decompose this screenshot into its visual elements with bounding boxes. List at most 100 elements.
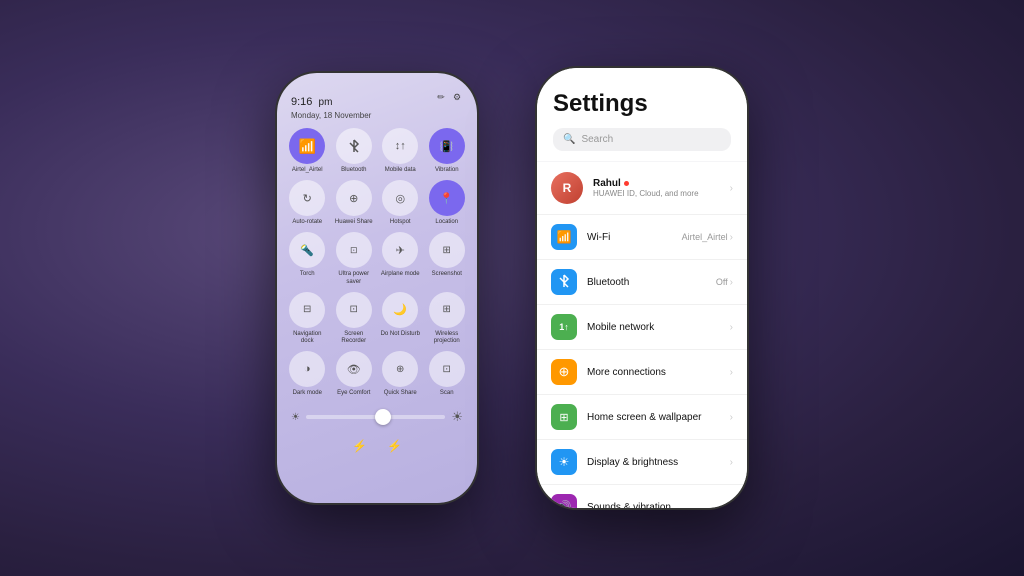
status-icons: ✏ ⚙ (435, 91, 463, 103)
toggle-screen-recorder[interactable]: ⊡ Screen Recorder (334, 292, 375, 345)
home-indicator: ⚡ (352, 439, 367, 453)
settings-item-bluetooth[interactable]: Bluetooth Off › (537, 260, 747, 305)
hotspot-button[interactable]: ◎ (382, 180, 418, 216)
more-connections-chevron-icon: › (730, 367, 733, 378)
toggle-eye-comfort[interactable]: 👁 Eye Comfort (334, 351, 375, 397)
home-screen-icon: ⊞ (559, 411, 568, 424)
eye-comfort-label: Eye Comfort (337, 390, 370, 397)
settings-item-wifi[interactable]: 📶 Wi-Fi Airtel_Airtel › (537, 215, 747, 260)
profile-subtitle: HUAWEI ID, Cloud, and more (593, 189, 720, 198)
eye-comfort-button[interactable]: 👁 (336, 351, 372, 387)
quick-share-button[interactable]: ⊕ (382, 351, 418, 387)
mobile-network-item-text: Mobile network (587, 322, 720, 333)
settings-icon: ⚙ (451, 91, 463, 103)
toggle-bluetooth[interactable]: Bluetooth (334, 128, 375, 174)
ultra-power-button[interactable]: ⊡ (336, 232, 372, 268)
toggle-hotspot[interactable]: ◎ Hotspot (380, 180, 421, 226)
toggle-wireless-proj[interactable]: ⊞ Wireless projection (427, 292, 468, 345)
toggle-ultra-power[interactable]: ⊡ Ultra power saver (334, 232, 375, 285)
home-screen-settings-icon: ⊞ (551, 404, 577, 430)
brightness-slider[interactable] (306, 415, 445, 419)
torch-button[interactable]: 🔦 (289, 232, 325, 268)
right-phone: Settings 🔍 Search R Rahul HUAWEI ID, Clo… (537, 68, 747, 508)
more-connections-item-label: More connections (587, 367, 720, 378)
toggle-vibration[interactable]: 📳 Vibration (427, 128, 468, 174)
toggle-auto-rotate[interactable]: ↻ Auto-rotate (287, 180, 328, 226)
brightness-thumb[interactable] (375, 409, 391, 425)
hotspot-label: Hotspot (390, 219, 411, 226)
more-connections-settings-icon: ⊕ (551, 359, 577, 385)
sounds-item-label: Sounds & vibration (587, 502, 720, 509)
mobile-data-button[interactable]: ↕↑ (382, 128, 418, 164)
profile-chevron-icon: › (730, 183, 733, 194)
toggle-huawei-share[interactable]: ⊕ Huawei Share (334, 180, 375, 226)
time-block: 9:16 pm Monday, 18 November (291, 87, 371, 120)
mobile-network-item-right: › (730, 322, 733, 333)
scan-button[interactable]: ⊡ (429, 351, 465, 387)
settings-item-mobile-network[interactable]: 1↑ Mobile network › (537, 305, 747, 350)
wifi-item-value: Airtel_Airtel (682, 232, 728, 242)
wireless-proj-button[interactable]: ⊞ (429, 292, 465, 328)
sounds-chevron-icon: › (730, 502, 733, 509)
settings-title: Settings (553, 90, 731, 118)
toggle-wifi[interactable]: 📶 Airtel_Airtel (287, 128, 328, 174)
toggle-screenshot[interactable]: ⊞ Screenshot (427, 232, 468, 285)
sounds-settings-icon: 🔊 (551, 494, 577, 508)
toggle-location[interactable]: 📍 Location (427, 180, 468, 226)
airplane-button[interactable]: ✈ (382, 232, 418, 268)
bluetooth-item-value: Off (716, 277, 728, 287)
do-not-disturb-button[interactable]: 🌙 (382, 292, 418, 328)
settings-item-more-connections[interactable]: ⊕ More connections › (537, 350, 747, 395)
date-display: Monday, 18 November (291, 111, 371, 120)
bluetooth-chevron-icon: › (730, 277, 733, 288)
ultra-power-label: Ultra power saver (334, 271, 375, 285)
settings-item-home-screen[interactable]: ⊞ Home screen & wallpaper › (537, 395, 747, 440)
toggle-mobile-data[interactable]: ↕↑ Mobile data (380, 128, 421, 174)
bluetooth-icon (558, 274, 570, 291)
sounds-item-text: Sounds & vibration (587, 502, 720, 509)
scan-label: Scan (440, 390, 454, 397)
search-bar[interactable]: 🔍 Search (553, 128, 731, 151)
toggle-nav-dock[interactable]: ⊟ Navigation dock (287, 292, 328, 345)
mobile-network-settings-icon: 1↑ (551, 314, 577, 340)
do-not-disturb-label: Do Not Disturb (381, 331, 420, 338)
bluetooth-settings-icon (551, 269, 577, 295)
dark-mode-button[interactable]: ◑ (289, 351, 325, 387)
bluetooth-button[interactable] (336, 128, 372, 164)
huawei-share-label: Huawei Share (335, 219, 373, 226)
vibration-button[interactable]: 📳 (429, 128, 465, 164)
screen-recorder-label: Screen Recorder (334, 331, 375, 345)
toggle-scan[interactable]: ⊡ Scan (427, 351, 468, 397)
location-button[interactable]: 📍 (429, 180, 465, 216)
search-placeholder: Search (581, 134, 613, 145)
wifi-settings-icon: 📶 (551, 224, 577, 250)
home-screen-chevron-icon: › (730, 412, 733, 423)
toggle-dark-mode[interactable]: ◑ Dark mode (287, 351, 328, 397)
auto-rotate-button[interactable]: ↻ (289, 180, 325, 216)
settings-item-display[interactable]: ☀ Display & brightness › (537, 440, 747, 485)
toggle-airplane[interactable]: ✈ Airplane mode (380, 232, 421, 285)
bluetooth-item-right: Off › (716, 277, 733, 288)
screen-recorder-button[interactable]: ⊡ (336, 292, 372, 328)
home-screen-item-right: › (730, 412, 733, 423)
torch-label: Torch (300, 271, 315, 278)
control-center-screen: 9:16 pm Monday, 18 November ✏ ⚙ 📶 Airtel… (277, 73, 477, 503)
screenshot-button[interactable]: ⊞ (429, 232, 465, 268)
home-screen-item-label: Home screen & wallpaper (587, 412, 720, 423)
mobile-data-label: Mobile data (385, 167, 416, 174)
nav-dock-label: Navigation dock (287, 331, 328, 345)
profile-row[interactable]: R Rahul HUAWEI ID, Cloud, and more › (537, 162, 747, 215)
location-label: Location (435, 219, 458, 226)
nav-dock-button[interactable]: ⊟ (289, 292, 325, 328)
settings-list: R Rahul HUAWEI ID, Cloud, and more › 📶 W… (537, 162, 747, 508)
wifi-button[interactable]: 📶 (289, 128, 325, 164)
flash-icon: ⚡ (387, 439, 402, 453)
huawei-share-button[interactable]: ⊕ (336, 180, 372, 216)
toggle-do-not-disturb[interactable]: 🌙 Do Not Disturb (380, 292, 421, 345)
toggle-torch[interactable]: 🔦 Torch (287, 232, 328, 285)
home-screen-item-text: Home screen & wallpaper (587, 412, 720, 423)
settings-item-sounds[interactable]: 🔊 Sounds & vibration › (537, 485, 747, 508)
bluetooth-label: Bluetooth (341, 167, 366, 174)
profile-info: Rahul HUAWEI ID, Cloud, and more (593, 178, 720, 198)
toggle-quick-share[interactable]: ⊕ Quick Share (380, 351, 421, 397)
